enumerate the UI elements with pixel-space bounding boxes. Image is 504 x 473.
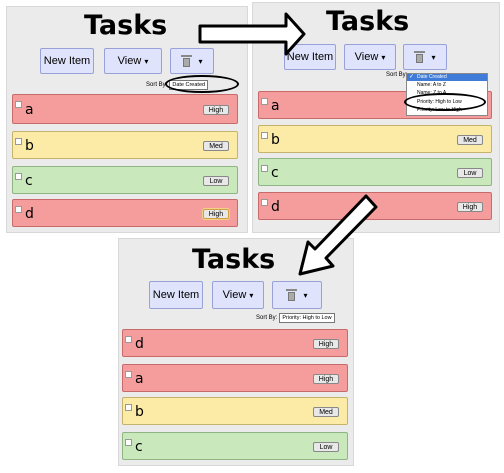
flow-arrows	[198, 12, 378, 276]
arrow-icon	[298, 194, 378, 276]
arrow-icon	[198, 12, 306, 56]
